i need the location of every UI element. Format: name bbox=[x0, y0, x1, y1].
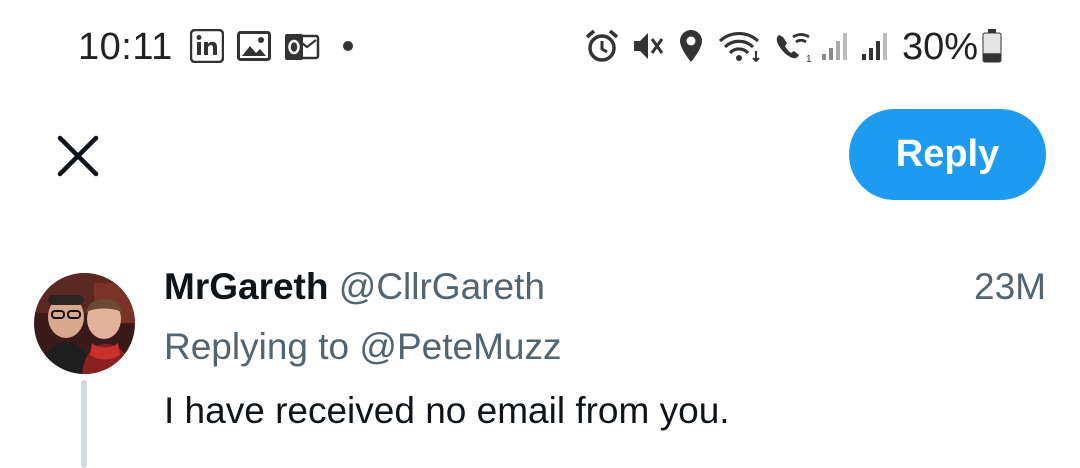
battery-icon bbox=[982, 29, 1002, 63]
dot-icon bbox=[343, 41, 353, 51]
vibrate-mute-icon bbox=[634, 33, 664, 59]
signal-icon bbox=[822, 33, 847, 60]
battery-percent: 30% bbox=[902, 26, 979, 68]
image-icon bbox=[237, 31, 271, 61]
tweet-header: MrGareth @CllrGareth bbox=[164, 266, 545, 308]
signal-icon bbox=[862, 33, 887, 60]
replying-handle[interactable]: @PeteMuzz bbox=[359, 326, 561, 367]
thread-line bbox=[81, 380, 87, 468]
wifi-calling-icon: 1 bbox=[776, 33, 812, 63]
linkedin-icon bbox=[190, 29, 224, 63]
user-handle[interactable]: @CllrGareth bbox=[339, 266, 545, 307]
location-icon bbox=[680, 30, 702, 62]
reply-button[interactable]: Reply bbox=[849, 109, 1046, 200]
close-icon bbox=[57, 135, 99, 177]
status-bar: 10:11 1 30% bbox=[0, 0, 1080, 96]
tweet-text: I have received no email from you. bbox=[164, 390, 730, 431]
svg-text:1: 1 bbox=[806, 54, 812, 63]
close-button[interactable] bbox=[52, 130, 104, 182]
reply-screen: 10:11 1 30% Reply MrGareth @CllrGareth 2… bbox=[0, 0, 1080, 468]
battery-fill bbox=[983, 53, 1001, 62]
avatar-photo bbox=[34, 273, 135, 374]
wifi-icon bbox=[718, 31, 760, 63]
alarm-icon bbox=[585, 29, 619, 62]
display-name[interactable]: MrGareth bbox=[164, 266, 328, 307]
tweet-timestamp: 23M bbox=[974, 266, 1046, 307]
replying-prefix: Replying to bbox=[164, 326, 350, 367]
outlook-icon bbox=[285, 34, 320, 60]
replying-to: Replying to @PeteMuzz bbox=[164, 326, 561, 368]
status-time: 10:11 bbox=[78, 26, 173, 68]
avatar[interactable] bbox=[34, 273, 135, 374]
